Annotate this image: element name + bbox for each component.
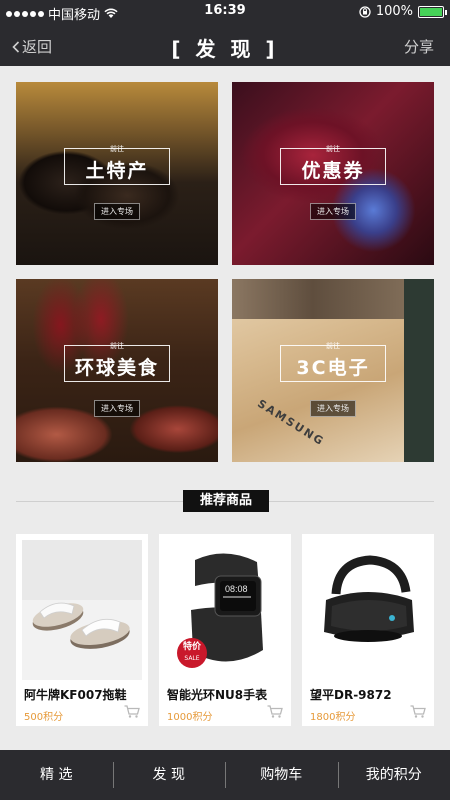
tile-name: 环球美食 — [74, 357, 159, 379]
sale-badge: 特价 SALE — [177, 638, 207, 668]
tile-tag-text: 前往 — [326, 342, 340, 350]
tile-name: 土特产 — [85, 160, 149, 182]
tile-tag: 前往 — [232, 341, 434, 351]
band-screen-time: 08:08 — [225, 584, 248, 594]
product-card[interactable]: 望平DR-9872 1800积分 — [302, 534, 434, 726]
status-bar: 中国移动 16:39 100% — [0, 0, 450, 24]
status-right: 100% — [359, 4, 447, 19]
product-name: 智能光环NU8手表 — [167, 688, 268, 702]
product-price: 1000积分 — [167, 712, 213, 723]
enter-zone-button[interactable]: 进入专场 — [16, 396, 218, 417]
product-card[interactable]: 08:08 特价 SALE 智能光环NU8手表 1000积分 — [159, 534, 291, 726]
tab-my-points[interactable]: 我的积分 — [337, 750, 450, 800]
product-name: 阿牛牌KF007拖鞋 — [24, 688, 127, 702]
product-price: 1800积分 — [310, 712, 356, 723]
tab-featured[interactable]: 精 选 — [0, 750, 113, 800]
category-tile-3c[interactable]: SAMSUNG 前往 3C电子 进入专场 — [232, 279, 434, 462]
category-tile-specialty[interactable]: 前往 土特产 进入专场 — [16, 82, 218, 265]
battery-percent: 100% — [375, 4, 413, 19]
nav-header: 返回 [ 发 现 ] 分享 — [0, 24, 450, 66]
product-name: 望平DR-9872 — [310, 688, 392, 702]
product-price: 500积分 — [24, 712, 64, 723]
slippers-image — [22, 540, 142, 680]
tile-tag: 前往 — [16, 341, 218, 351]
enter-zone-label: 进入专场 — [310, 203, 356, 220]
cart-icon[interactable] — [410, 705, 426, 718]
category-tile-global-food[interactable]: 前往 环球美食 进入专场 — [16, 279, 218, 462]
cart-icon[interactable] — [124, 705, 140, 718]
tile-tag: 前往 — [16, 144, 218, 154]
enter-zone-button[interactable]: 进入专场 — [232, 396, 434, 417]
share-button[interactable]: 分享 — [404, 36, 434, 57]
product-card[interactable]: 阿牛牌KF007拖鞋 500积分 — [16, 534, 148, 726]
tile-tag-text: 前往 — [326, 145, 340, 153]
orientation-lock-icon — [359, 5, 371, 18]
category-tile-coupon[interactable]: 前往 优惠券 进入专场 — [232, 82, 434, 265]
bottom-tab-bar: 精 选 发 现 购物车 我的积分 — [0, 750, 450, 800]
tile-name: 优惠券 — [301, 160, 365, 182]
enter-zone-label: 进入专场 — [94, 203, 140, 220]
section-title: 推荐商品 — [183, 490, 269, 512]
tile-tag-text: 前往 — [110, 342, 124, 350]
enter-zone-button[interactable]: 进入专场 — [232, 199, 434, 220]
cart-icon[interactable] — [267, 705, 283, 718]
page-title: [ 发 现 ] — [171, 37, 279, 61]
enter-zone-label: 进入专场 — [94, 400, 140, 417]
sale-badge-text: 特价 — [182, 642, 201, 652]
tile-name: 3C电子 — [296, 357, 370, 379]
tab-cart[interactable]: 购物车 — [225, 750, 338, 800]
tile-tag-text: 前往 — [110, 145, 124, 153]
battery-icon — [418, 5, 447, 18]
vr-headset-image — [308, 540, 428, 680]
enter-zone-button[interactable]: 进入专场 — [16, 199, 218, 220]
tab-discover[interactable]: 发 现 — [112, 750, 226, 800]
sale-badge-sub: SALE — [184, 655, 200, 662]
tile-tag: 前往 — [232, 144, 434, 154]
enter-zone-label: 进入专场 — [310, 400, 356, 417]
